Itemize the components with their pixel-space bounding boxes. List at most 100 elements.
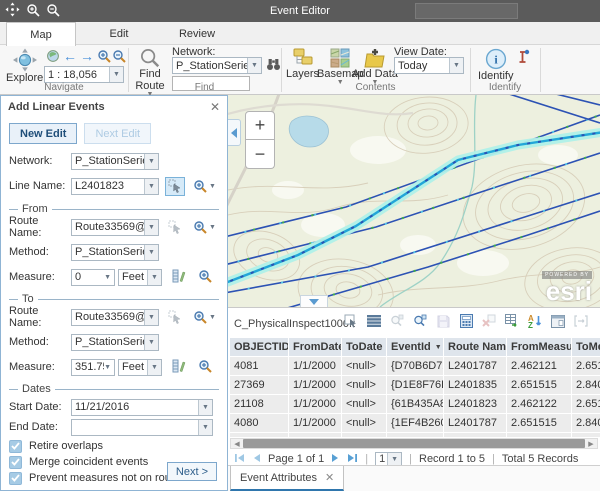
end-date-caret[interactable]: ▼ xyxy=(198,420,212,435)
next-button[interactable]: Next > xyxy=(167,462,217,481)
last-page-icon[interactable] xyxy=(347,453,358,466)
split-view-icon[interactable] xyxy=(573,313,589,329)
map-zoom-out-button[interactable]: − xyxy=(245,140,275,169)
select-records-icon[interactable] xyxy=(343,313,359,329)
zoom-to-line-button[interactable]: ▼ xyxy=(193,179,216,193)
event-attributes-tab[interactable]: Event Attributes ✕ xyxy=(230,466,344,491)
scrollbar-thumb[interactable] xyxy=(243,439,585,448)
col-fromdate[interactable]: FromDate xyxy=(289,338,341,356)
identify-button[interactable]: i Identify xyxy=(478,48,513,82)
ribbon-zoom-out-icon[interactable] xyxy=(112,49,126,66)
next-edit-button[interactable]: Next Edit xyxy=(84,123,151,144)
from-measure-combo[interactable]: 0▼ xyxy=(71,269,115,286)
next-page-icon[interactable] xyxy=(331,453,340,466)
to-method-caret[interactable]: ▼ xyxy=(144,335,158,350)
from-method-caret[interactable]: ▼ xyxy=(144,245,158,260)
scale-combo[interactable]: 1 : 18,056 ▼ xyxy=(44,66,124,83)
save-icon[interactable] xyxy=(435,313,451,329)
col-todate[interactable]: ToDate xyxy=(342,338,386,356)
tab-review[interactable]: Review xyxy=(162,22,232,45)
show-selected-icon[interactable] xyxy=(366,313,382,329)
tab-map[interactable]: Map xyxy=(6,22,76,46)
add-data-button[interactable]: Add Data ▼ xyxy=(352,48,398,85)
start-date-caret[interactable]: ▼ xyxy=(198,400,212,415)
layers-button[interactable]: Layers xyxy=(286,48,319,80)
full-extent-icon[interactable] xyxy=(46,49,60,66)
merge-coincident-checkbox[interactable] xyxy=(9,456,22,469)
to-route-caret[interactable]: ▼ xyxy=(144,310,158,325)
scale-combo-caret[interactable]: ▼ xyxy=(109,67,123,82)
page-size-caret[interactable]: ▼ xyxy=(387,453,401,466)
select-to-route-button[interactable] xyxy=(165,308,185,327)
retire-overlaps-checkbox[interactable] xyxy=(9,440,22,453)
field-calculator-icon[interactable] xyxy=(458,313,474,329)
select-line-on-map-button[interactable] xyxy=(165,177,185,196)
from-method-combo[interactable]: P_StationSeries ▼ xyxy=(71,244,159,261)
map-view[interactable]: + − POWERED BY esri xyxy=(228,95,600,307)
panel-network-caret[interactable]: ▼ xyxy=(144,154,158,169)
map-zoom-in-button[interactable]: + xyxy=(245,111,275,140)
to-measure-zoom-button[interactable] xyxy=(198,359,212,376)
scroll-right-icon[interactable]: ▶ xyxy=(585,439,597,448)
panel-network-combo[interactable]: P_StationSeries ▼ xyxy=(71,153,159,170)
from-unit-combo[interactable]: Feet ▼ xyxy=(118,269,162,286)
from-route-combo[interactable]: Route33569@Cent ▼ xyxy=(71,219,159,236)
start-date-combo[interactable]: 11/21/2016 ▼ xyxy=(71,399,213,416)
col-routename[interactable]: Route Name xyxy=(444,338,506,356)
to-measure-helper-icon[interactable] xyxy=(172,359,186,376)
to-method-combo[interactable]: P_StationSeries ▼ xyxy=(71,334,159,351)
zoom-to-to-route-button[interactable]: ▼ xyxy=(193,310,216,324)
tab-close-icon[interactable]: ✕ xyxy=(325,471,334,484)
to-measure-combo[interactable]: 351.75▼ xyxy=(71,359,115,376)
col-objectid[interactable]: OBJECTID xyxy=(230,338,288,356)
horizontal-scrollbar[interactable]: ◀ ▶ xyxy=(230,438,598,449)
zoom-to-selected-icon[interactable] xyxy=(389,313,405,329)
locate-tool-icon[interactable] xyxy=(516,49,530,67)
table-row[interactable]: 211081/1/2000<null>{61B435A8-3L24018232.… xyxy=(230,395,600,413)
view-date-caret[interactable]: ▼ xyxy=(449,58,463,73)
scroll-left-icon[interactable]: ◀ xyxy=(231,439,243,448)
from-unit-caret[interactable]: ▼ xyxy=(147,270,161,285)
col-tomeasure[interactable]: ToMea xyxy=(572,338,600,356)
prevent-measures-checkbox[interactable] xyxy=(9,472,22,485)
table-collapse-button[interactable] xyxy=(300,295,328,307)
forward-extent-icon[interactable]: → xyxy=(80,48,94,64)
new-edit-button[interactable]: New Edit xyxy=(9,123,77,144)
table-row[interactable]: 273691/1/2000<null>{D1E8F76D-FL24018352.… xyxy=(230,376,600,394)
table-row[interactable]: 40811/1/2000<null>{D70B6D72-3L24017872.4… xyxy=(230,357,600,375)
tab-edit[interactable]: Edit xyxy=(84,22,154,45)
from-route-caret[interactable]: ▼ xyxy=(144,220,158,235)
select-from-route-button[interactable] xyxy=(165,218,185,237)
line-name-combo[interactable]: L2401823 ▼ xyxy=(71,178,159,195)
attribute-window-icon[interactable] xyxy=(550,313,566,329)
end-date-combo[interactable]: ▼ xyxy=(71,419,213,436)
ribbon-network-combo[interactable]: P_StationSeries ▼ xyxy=(172,57,262,74)
zoom-to-from-route-button[interactable]: ▼ xyxy=(193,220,216,234)
ribbon-network-caret[interactable]: ▼ xyxy=(247,58,261,73)
to-unit-combo[interactable]: Feet ▼ xyxy=(118,359,162,376)
delete-selected-icon[interactable] xyxy=(481,313,497,329)
table-row-partial[interactable] xyxy=(230,433,600,437)
to-unit-caret[interactable]: ▼ xyxy=(147,360,161,375)
first-page-icon[interactable] xyxy=(234,453,245,466)
from-measure-helper-icon[interactable] xyxy=(172,269,186,286)
table-row[interactable]: 40801/1/2000<null>{1EF4B260-FL24017872.6… xyxy=(230,414,600,432)
page-size-combo[interactable]: 1 ▼ xyxy=(375,452,402,466)
panel-close-icon[interactable]: ✕ xyxy=(210,100,220,114)
panel-collapse-button[interactable] xyxy=(228,119,241,146)
titlebar-search-box[interactable] xyxy=(415,3,518,19)
binoculars-icon[interactable] xyxy=(266,58,281,74)
zoom-to-features-icon[interactable] xyxy=(412,313,428,329)
explore-button[interactable]: Explore xyxy=(6,48,43,84)
add-rows-icon[interactable] xyxy=(504,313,520,329)
back-extent-icon[interactable]: ← xyxy=(63,48,77,64)
line-name-caret[interactable]: ▼ xyxy=(144,179,158,194)
prev-page-icon[interactable] xyxy=(252,453,261,466)
view-date-combo[interactable]: Today ▼ xyxy=(394,57,464,74)
to-route-combo[interactable]: Route33569@Cent ▼ xyxy=(71,309,159,326)
col-frommeasure[interactable]: FromMeasure xyxy=(507,338,571,356)
col-eventid[interactable]: EventId▼ xyxy=(387,338,443,356)
sort-icon[interactable]: AZ xyxy=(527,313,543,329)
from-measure-zoom-button[interactable] xyxy=(198,269,212,286)
ribbon-zoom-in-icon[interactable] xyxy=(97,49,111,66)
